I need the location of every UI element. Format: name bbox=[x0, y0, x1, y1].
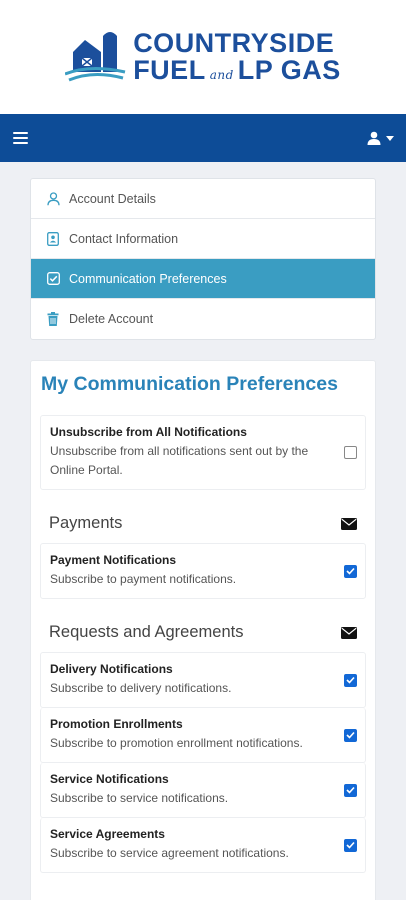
envelope-icon[interactable] bbox=[341, 517, 357, 530]
payment-notifications-checkbox[interactable] bbox=[344, 564, 357, 578]
unsubscribe-all-row: Unsubscribe from All Notifications Unsub… bbox=[40, 415, 366, 490]
menu-item-communication-preferences[interactable]: Communication Preferences bbox=[31, 259, 375, 299]
brand-word-lpgas: LP GAS bbox=[237, 55, 341, 85]
pref-row-service-notifications: Service Notifications Subscribe to servi… bbox=[40, 763, 366, 818]
delivery-notifications-checkbox[interactable] bbox=[344, 673, 357, 687]
top-navbar bbox=[0, 114, 406, 162]
page-title: My Communication Preferences bbox=[41, 373, 338, 395]
pref-row-payment-notifications: Payment Notifications Subscribe to payme… bbox=[40, 543, 366, 599]
account-menu: Account Details Contact Information Comm… bbox=[30, 178, 376, 340]
menu-item-label: Account Details bbox=[69, 191, 156, 206]
user-outline-icon bbox=[46, 191, 60, 206]
brand-word-fuel: FUEL bbox=[133, 55, 206, 85]
menu-item-label: Communication Preferences bbox=[69, 271, 227, 286]
pref-description: Subscribe to payment notifications. bbox=[50, 572, 237, 586]
menu-item-delete-account[interactable]: Delete Account bbox=[31, 299, 375, 339]
pref-description: Subscribe to delivery notifications. bbox=[50, 681, 232, 695]
pref-row-delivery-notifications: Delivery Notifications Subscribe to deli… bbox=[40, 652, 366, 708]
hamburger-icon[interactable] bbox=[13, 132, 28, 144]
pref-description: Subscribe to service agreement notificat… bbox=[50, 846, 289, 860]
envelope-icon[interactable] bbox=[341, 626, 357, 639]
menu-item-label: Contact Information bbox=[69, 231, 179, 246]
menu-item-account-details[interactable]: Account Details bbox=[31, 179, 375, 219]
section-header-payments: Payments bbox=[40, 514, 366, 533]
pref-row-promotion-enrollments: Promotion Enrollments Subscribe to promo… bbox=[40, 708, 366, 763]
section-title: Payments bbox=[49, 514, 123, 532]
user-menu-dropdown[interactable] bbox=[367, 131, 394, 145]
pref-title: Service Agreements bbox=[50, 827, 165, 841]
pref-row-service-agreements: Service Agreements Subscribe to service … bbox=[40, 818, 366, 873]
site-header: COUNTRYSIDE FUEL and LP GAS bbox=[0, 0, 406, 114]
user-icon bbox=[367, 131, 381, 145]
pref-title: Delivery Notifications bbox=[50, 662, 173, 676]
section-title: Requests and Agreements bbox=[49, 623, 244, 641]
brand-name-line1: COUNTRYSIDE bbox=[133, 28, 335, 58]
promotion-enrollments-checkbox[interactable] bbox=[344, 728, 357, 742]
pref-title: Payment Notifications bbox=[50, 553, 177, 567]
service-agreements-checkbox[interactable] bbox=[344, 838, 357, 852]
brand-name-line2: FUEL and LP GAS bbox=[133, 57, 341, 84]
preferences-card: My Communication Preferences Unsubscribe… bbox=[30, 360, 376, 900]
trash-icon bbox=[46, 312, 60, 326]
pref-title: Service Notifications bbox=[50, 772, 169, 786]
check-square-icon bbox=[46, 272, 60, 286]
brand-word-and: and bbox=[209, 68, 234, 82]
unsubscribe-all-checkbox[interactable] bbox=[344, 446, 357, 459]
chevron-down-icon bbox=[386, 135, 394, 141]
brand-logo[interactable]: COUNTRYSIDE FUEL and LP GAS bbox=[65, 28, 341, 86]
main-content: Account Details Contact Information Comm… bbox=[0, 162, 406, 900]
service-notifications-checkbox[interactable] bbox=[344, 783, 357, 797]
barn-logo-icon bbox=[65, 32, 126, 82]
pref-description: Subscribe to promotion enrollment notifi… bbox=[50, 736, 303, 750]
pref-description: Subscribe to service notifications. bbox=[50, 791, 229, 805]
menu-item-contact-information[interactable]: Contact Information bbox=[31, 219, 375, 259]
pref-title: Unsubscribe from All Notifications bbox=[50, 425, 247, 439]
pref-description: Unsubscribe from all notifications sent … bbox=[50, 444, 309, 477]
pref-title: Promotion Enrollments bbox=[50, 717, 183, 731]
menu-item-label: Delete Account bbox=[69, 312, 154, 326]
contact-card-icon bbox=[46, 231, 60, 246]
section-header-requests: Requests and Agreements bbox=[40, 623, 366, 642]
